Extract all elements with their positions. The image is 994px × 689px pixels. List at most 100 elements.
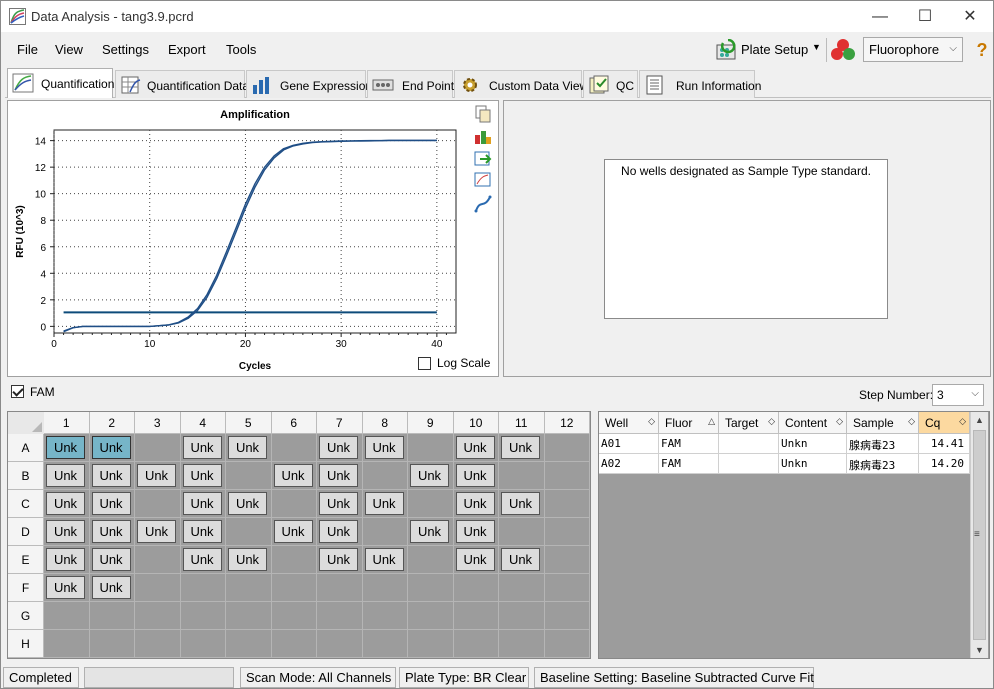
plate-row-header[interactable]: H [8,630,44,658]
plate-well-C3[interactable] [135,490,181,518]
sort-icon[interactable]: ◇ [648,416,655,427]
plate-well-E10[interactable]: Unk [453,546,499,574]
plate-well-A8[interactable]: Unk [362,434,408,462]
well-button[interactable]: Unk [273,464,313,487]
plate-column-header[interactable]: 8 [362,412,408,434]
tab-end-point[interactable]: End Point [367,70,454,98]
plate-well-A6[interactable] [271,434,317,462]
curve-settings-icon[interactable] [474,195,492,213]
well-button[interactable]: Unk [455,436,495,459]
plate-well-H5[interactable] [226,630,272,658]
well-button[interactable]: Unk [319,492,358,515]
plate-well-D9[interactable]: Unk [408,518,454,546]
plate-well-D12[interactable] [544,518,590,546]
plate-well-B3[interactable]: Unk [135,462,181,490]
table-cell[interactable] [719,434,779,454]
sort-icon[interactable]: ◇ [768,416,775,427]
plate-row-header[interactable]: C [8,490,44,518]
column-header-fluor[interactable]: Fluor △ [659,412,719,434]
plate-well-F1[interactable]: Unk [44,574,90,602]
plate-well-G1[interactable] [44,602,90,630]
well-button[interactable]: Unk [91,436,131,459]
plate-well-F4[interactable] [180,574,226,602]
plate-column-header[interactable]: 2 [89,412,135,434]
well-button[interactable]: Unk [501,492,540,515]
well-button[interactable]: Unk [137,464,176,487]
log-scale-option[interactable]: Log Scale [418,356,508,374]
plate-row-header[interactable]: F [8,574,44,602]
table-cell[interactable]: FAM [659,434,719,454]
plate-well-E4[interactable]: Unk [180,546,226,574]
table-cell[interactable] [719,454,779,474]
plate-well-D7[interactable]: Unk [317,518,363,546]
well-button[interactable]: Unk [501,436,540,459]
table-cell[interactable]: A01 [599,434,659,454]
plate-column-header[interactable]: 6 [271,412,317,434]
well-button[interactable]: Unk [182,520,222,543]
plate-well-E11[interactable]: Unk [499,546,545,574]
scroll-up-icon[interactable]: ▲ [975,415,984,425]
well-button[interactable]: Unk [91,492,131,515]
table-cell[interactable]: FAM [659,454,719,474]
plate-setup-button[interactable]: Plate Setup ▼ [712,38,822,62]
close-button[interactable]: ✕ [947,1,993,32]
sort-ascending-icon[interactable]: △ [708,416,715,427]
plate-well-C10[interactable]: Unk [453,490,499,518]
plate-well-H3[interactable] [135,630,181,658]
plate-well-E1[interactable]: Unk [44,546,90,574]
plate-well-A4[interactable]: Unk [180,434,226,462]
plate-well-F3[interactable] [135,574,181,602]
column-header-target[interactable]: Target ◇ [719,412,779,434]
plate-well-B8[interactable] [362,462,408,490]
plate-well-B4[interactable]: Unk [180,462,226,490]
plate-well-A10[interactable]: Unk [453,434,499,462]
plate-well-A11[interactable]: Unk [499,434,545,462]
column-header-well[interactable]: Well ◇ [599,412,659,434]
table-cell[interactable]: 腺病毒23 [847,454,919,474]
plate-well-H8[interactable] [362,630,408,658]
plate-column-header[interactable]: 1 [44,412,90,434]
help-icon[interactable]: ? [973,37,991,63]
plate-well-E3[interactable] [135,546,181,574]
scroll-down-icon[interactable]: ▼ [975,645,984,655]
sort-icon[interactable]: ◇ [908,416,915,427]
plate-well-B7[interactable]: Unk [317,462,363,490]
well-button[interactable]: Unk [364,548,404,571]
plate-well-B10[interactable]: Unk [453,462,499,490]
well-button[interactable]: Unk [46,548,85,571]
plate-well-F7[interactable] [317,574,363,602]
zoom-icon[interactable] [474,171,492,189]
plate-column-header[interactable]: 5 [226,412,272,434]
plate-well-H7[interactable] [317,630,363,658]
plate-column-header[interactable]: 9 [408,412,454,434]
plate-well-B11[interactable] [499,462,545,490]
plate-well-C1[interactable]: Unk [44,490,90,518]
plate-well-E6[interactable] [271,546,317,574]
well-button[interactable]: Unk [46,436,85,459]
plate-well-G7[interactable] [317,602,363,630]
plate-well-G11[interactable] [499,602,545,630]
plate-corner[interactable] [8,412,44,434]
plate-well-B9[interactable]: Unk [408,462,454,490]
well-button[interactable]: Unk [91,464,131,487]
log-scale-checkbox[interactable] [418,357,431,370]
step-number-select[interactable]: 3 ⌵ [932,384,984,406]
plate-well-F9[interactable] [408,574,454,602]
plate-well-C5[interactable]: Unk [226,490,272,518]
plate-well-G3[interactable] [135,602,181,630]
plate-well-H6[interactable] [271,630,317,658]
table-cell[interactable]: 14.20 [919,454,970,474]
tab-quantification-data[interactable]: Quantification Data [115,70,249,98]
plate-well-A5[interactable]: Unk [226,434,272,462]
plate-well-D8[interactable] [362,518,408,546]
plate-well-C7[interactable]: Unk [317,490,363,518]
well-button[interactable]: Unk [410,520,449,543]
plate-well-B12[interactable] [544,462,590,490]
well-button[interactable]: Unk [273,520,313,543]
well-button[interactable]: Unk [319,464,358,487]
plate-row-header[interactable]: A [8,434,44,462]
plate-well-G12[interactable] [544,602,590,630]
plate-well-A9[interactable] [408,434,454,462]
table-cell[interactable]: Unkn [779,454,847,474]
well-button[interactable]: Unk [364,492,404,515]
